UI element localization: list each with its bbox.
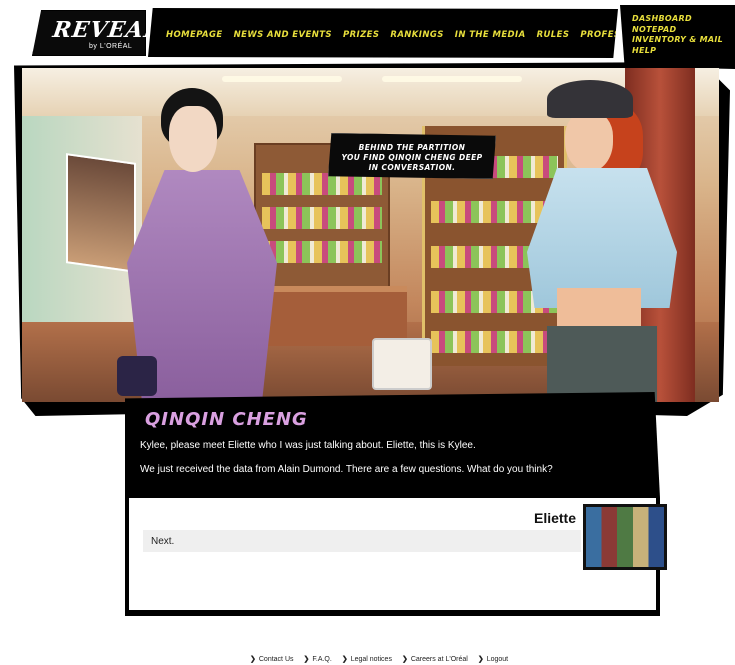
footer-careers[interactable]: Careers at L'Oréal <box>402 655 468 663</box>
character-hat <box>547 80 633 118</box>
page: REVEAL by L'ORÉAL HOMEPAGE NEWS AND EVEN… <box>0 0 735 665</box>
character-eliette <box>517 78 687 402</box>
next-option-button[interactable]: Next. <box>143 530 581 552</box>
footer-legal-notices[interactable]: Legal notices <box>342 655 392 663</box>
reveal-logo[interactable]: REVEAL by L'ORÉAL <box>32 10 146 56</box>
nav-dashboard[interactable]: DASHBOARD <box>632 14 723 25</box>
character-pants <box>547 326 657 402</box>
nav-news-and-events[interactable]: NEWS AND EVENTS <box>234 30 332 40</box>
nav-homepage[interactable]: HOMEPAGE <box>166 30 223 40</box>
main-nav: HOMEPAGE NEWS AND EVENTS PRIZES RANKINGS… <box>148 8 618 58</box>
nav-prizes[interactable]: PRIZES <box>343 30 379 40</box>
footer-links: Contact Us F.A.Q. Legal notices Careers … <box>250 655 508 663</box>
character-bag <box>117 356 157 396</box>
ceiling-light <box>222 76 342 82</box>
caption-line: IN CONVERSATION. <box>368 163 456 172</box>
responder-name: Eliette <box>533 510 576 526</box>
nav-in-the-media[interactable]: IN THE MEDIA <box>455 30 526 40</box>
footer-logout[interactable]: Logout <box>478 655 508 663</box>
dialog-line: Kylee, please meet Eliette who I was jus… <box>140 440 476 451</box>
eliette-avatar <box>583 504 667 570</box>
dialog-line: We just received the data from Alain Dum… <box>140 464 553 475</box>
nav-rules[interactable]: RULES <box>537 30 570 40</box>
speaker-name: QINQIN CHENG <box>145 409 308 430</box>
nav-help[interactable]: HELP <box>632 46 723 57</box>
nav-inventory-mail[interactable]: INVENTORY & MAIL <box>632 35 723 46</box>
avatar-image <box>586 507 664 567</box>
scene-caption: BEHIND THE PARTITION YOU FIND QINQIN CHE… <box>328 133 496 179</box>
character-face <box>169 106 217 172</box>
ceiling-light <box>382 76 522 82</box>
character-midriff <box>557 288 641 328</box>
logo-by: by L'ORÉAL <box>89 43 133 50</box>
character-qinqin-cheng <box>117 88 287 402</box>
caption-line: YOU FIND QINQIN CHENG DEEP <box>341 153 483 162</box>
reply-box: Eliette Next. <box>125 498 660 616</box>
caption-line: BEHIND THE PARTITION <box>358 143 466 152</box>
nav-notepad[interactable]: NOTEPAD <box>632 25 723 36</box>
character-face <box>565 112 613 172</box>
nav-rankings[interactable]: RANKINGS <box>390 30 443 40</box>
logo-brand: REVEAL <box>51 17 163 43</box>
character-top <box>527 168 677 308</box>
footer-contact-us[interactable]: Contact Us <box>250 655 294 663</box>
dialog-box: QINQIN CHENG Kylee, please meet Eliette … <box>125 392 660 498</box>
user-nav: DASHBOARD NOTEPAD INVENTORY & MAIL HELP <box>620 5 735 69</box>
footer-faq[interactable]: F.A.Q. <box>304 655 331 663</box>
store-scene-illustration <box>22 68 719 402</box>
product-display <box>372 338 432 390</box>
